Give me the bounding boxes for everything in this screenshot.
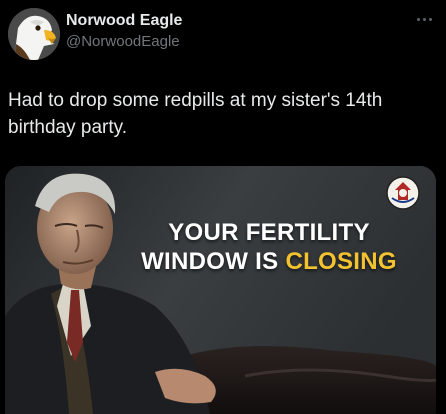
more-options-button[interactable] <box>412 12 436 26</box>
tweet-media-image[interactable]: YOUR FERTILITY WINDOW IS CLOSING <box>5 166 436 414</box>
more-dot-icon <box>428 17 432 21</box>
author-handle[interactable]: @NorwoodEagle <box>66 33 180 50</box>
eagle-head-icon <box>8 8 60 60</box>
thumbnail-headline: YOUR FERTILITY WINDOW IS CLOSING <box>109 218 429 276</box>
headline-plain: WINDOW IS <box>141 248 279 275</box>
headline-line-2: WINDOW IS CLOSING <box>109 247 429 276</box>
author-display-name[interactable]: Norwood Eagle <box>66 12 182 30</box>
headline-accent: CLOSING <box>285 248 397 275</box>
more-dot-icon <box>416 17 420 21</box>
more-dot-icon <box>422 17 426 21</box>
headline-line-1: YOUR FERTILITY <box>168 219 370 246</box>
tweet-text: Had to drop some redpills at my sister's… <box>8 90 383 138</box>
avatar[interactable] <box>8 8 60 60</box>
channel-logo-icon <box>386 176 420 210</box>
thumbnail-scene <box>5 166 436 414</box>
tweet[interactable]: Norwood Eagle @NorwoodEagle Had to drop … <box>0 0 446 414</box>
